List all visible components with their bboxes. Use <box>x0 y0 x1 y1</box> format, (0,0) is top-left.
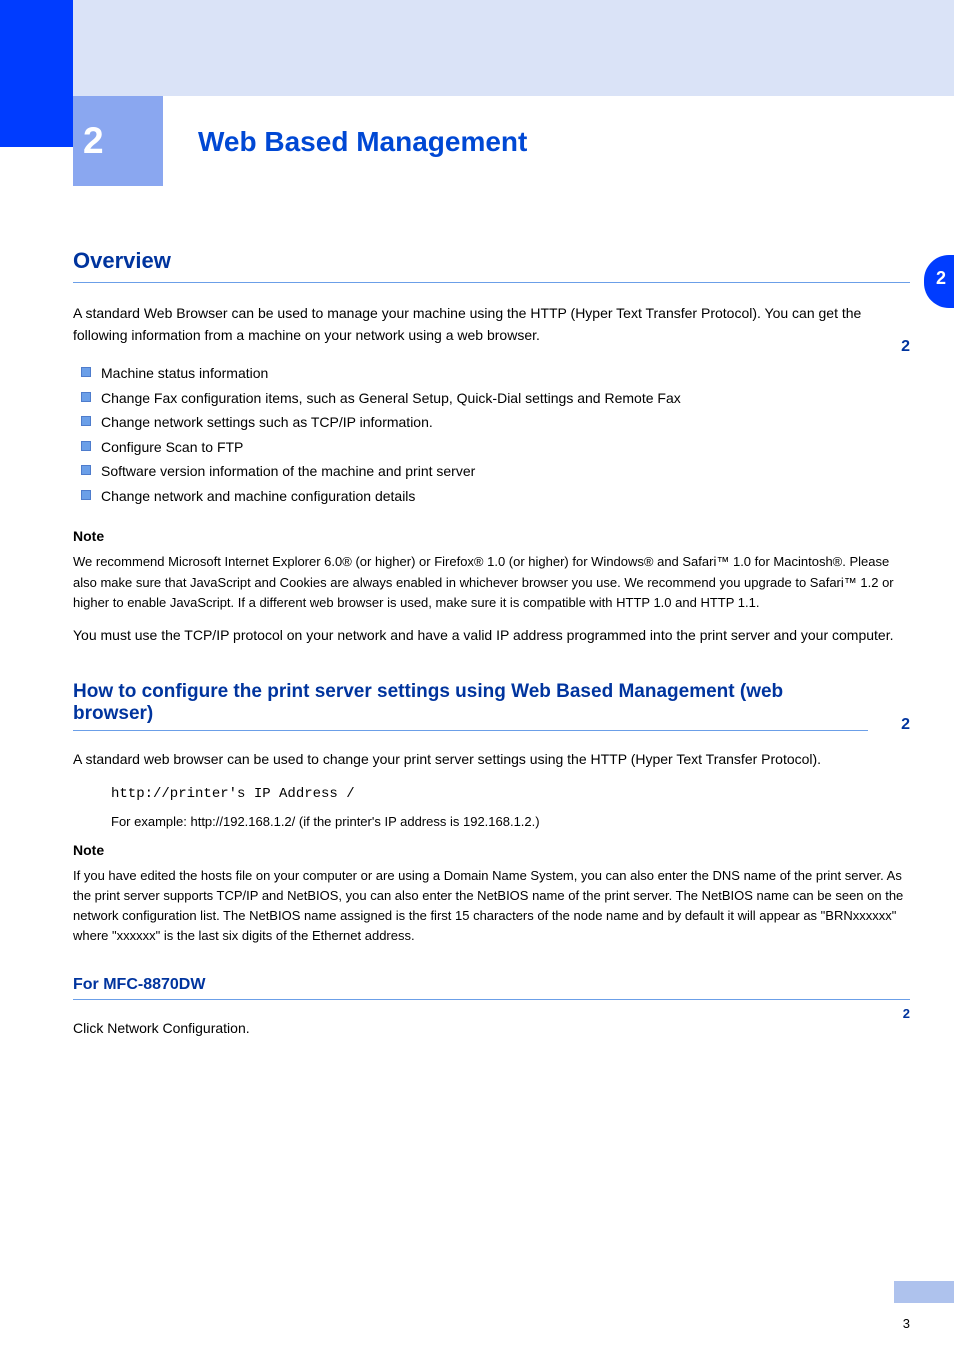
page-number: 3 <box>903 1316 910 1331</box>
footer-bar <box>894 1281 954 1303</box>
configure-paragraph: A standard web browser can be used to ch… <box>73 749 910 771</box>
overview-bullet-list: Machine status information Change Fax co… <box>73 361 910 508</box>
subsection-heading: For MFC-8870DW <box>73 976 910 1000</box>
configure-heading: How to configure the print server settin… <box>73 681 868 731</box>
step1-example: For example: http://192.168.1.2/ (if the… <box>111 812 910 832</box>
overview-paragraph: A standard Web Browser can be used to ma… <box>73 303 910 346</box>
configure-superscript: 2 <box>901 716 910 734</box>
chapter-title: Web Based Management <box>198 126 910 158</box>
step1-code: http://printer's IP Address / <box>111 786 910 802</box>
note-text: We recommend Microsoft Internet Explorer… <box>73 552 910 612</box>
right-tab-number: 2 <box>936 268 946 289</box>
step2-text: Click Network Configuration. <box>73 1018 910 1040</box>
list-item: Machine status information <box>73 361 910 386</box>
overview-superscript: 2 <box>901 338 910 356</box>
list-item: Change network settings such as TCP/IP i… <box>73 410 910 435</box>
list-item: Change network and machine configuration… <box>73 484 910 509</box>
note-label: Note <box>73 842 910 858</box>
note-text-b: If you have edited the hosts file on you… <box>73 866 910 947</box>
overview-closing: You must use the TCP/IP protocol on your… <box>73 625 910 647</box>
note-label: Note <box>73 528 910 544</box>
step-block: http://printer's IP Address / For exampl… <box>111 786 910 832</box>
list-item: Change Fax configuration items, such as … <box>73 386 910 411</box>
list-item: Configure Scan to FTP <box>73 435 910 460</box>
list-item: Software version information of the mach… <box>73 459 910 484</box>
overview-heading: Overview <box>73 248 910 283</box>
subsection-superscript: 2 <box>903 1006 910 1021</box>
